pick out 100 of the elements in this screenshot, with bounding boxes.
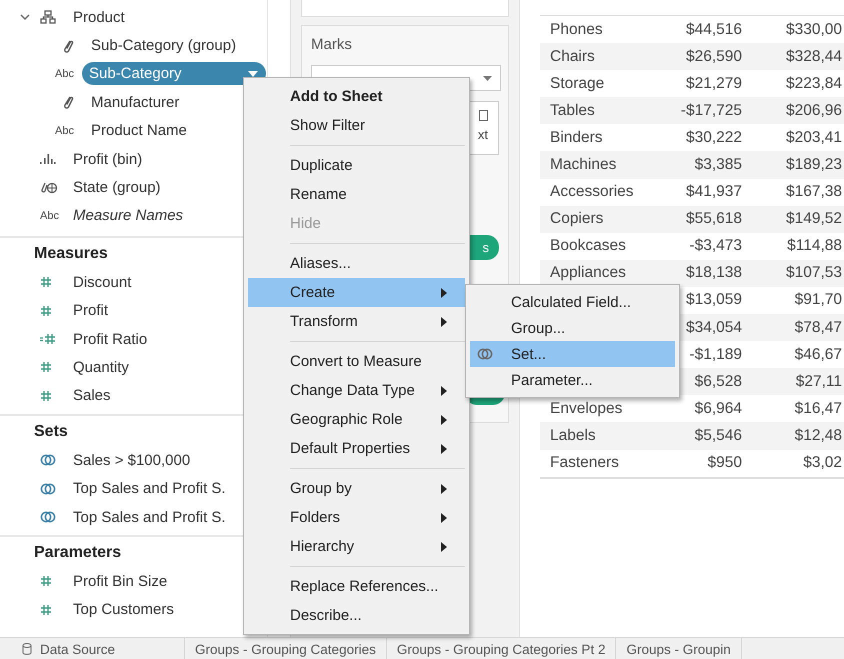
table-cell-text: Tables	[549, 102, 596, 120]
menu-item[interactable]: Convert to Measure	[248, 347, 465, 376]
set-icon	[477, 347, 493, 361]
menu-item[interactable]: Set...	[470, 341, 675, 367]
table-cell-text: $5,546	[694, 426, 742, 445]
chevron-icon[interactable]	[20, 14, 30, 21]
table-cell-text: $44,516	[684, 20, 742, 39]
table-cell-text: $16,47	[794, 400, 842, 418]
table-cell-text: $13,059	[684, 291, 742, 310]
table-cell-text: $203,41	[784, 128, 842, 147]
table-cell-text: Storage	[549, 74, 606, 93]
table-cell-text: Machines	[549, 156, 618, 174]
paperclip-icon	[62, 38, 74, 54]
sheet-tab[interactable]: Groups - Grouping Categories	[185, 638, 387, 659]
field-name[interactable]: Product	[66, 6, 133, 29]
table-cell-text: $3,385	[694, 156, 742, 174]
field-pill[interactable]: Sub-Category	[82, 62, 266, 86]
menu-item[interactable]: Hierarchy	[248, 532, 465, 561]
number-icon	[40, 361, 52, 374]
sheet-tab[interactable]: Groups - Grouping Categories Pt 2	[386, 638, 616, 659]
table-cell-text: -$1,189	[688, 346, 742, 364]
menu-item[interactable]: Transform	[248, 307, 465, 336]
table-cell-text: $107,53	[784, 264, 842, 282]
menu-item[interactable]: Change Data Type	[248, 376, 465, 405]
table-cell-text: $206,96	[784, 102, 842, 120]
table-cell-text: Copiers	[549, 210, 604, 228]
table-cell-text: $78,47	[794, 318, 842, 337]
sheet-tab[interactable]: Groups - Groupin	[616, 638, 742, 659]
table-cell-text: $30,222	[684, 128, 742, 147]
field-name[interactable]: Top Sales and Profit S.	[66, 477, 234, 500]
table-cell-text: $223,84	[784, 74, 842, 93]
menu-item[interactable]: Show Filter	[248, 111, 465, 140]
field-name[interactable]: Sub-Category (group)	[84, 34, 244, 58]
table-cell-text: $328,44	[784, 48, 842, 66]
field-name[interactable]: Product Name	[84, 119, 195, 142]
table-cell-text: Phones	[549, 20, 604, 39]
menu-item[interactable]: Calculated Field...	[470, 289, 675, 315]
table-cell-text: $330,00	[784, 20, 842, 39]
field-name[interactable]: Top Sales and Profit S.	[66, 506, 234, 529]
table-cell-text: -$17,725	[680, 102, 742, 120]
field-name[interactable]: Measure Names	[66, 204, 192, 228]
table-cell-text: $3,02	[802, 454, 842, 472]
field-name[interactable]: Discount	[66, 270, 140, 294]
table-cell-text: $18,138	[684, 264, 742, 282]
data-type-label: Abc	[40, 210, 59, 222]
calculated-number-icon	[40, 333, 56, 346]
number-icon	[40, 304, 52, 317]
field-name[interactable]: Profit	[66, 299, 116, 322]
menu-item[interactable]: Group...	[470, 315, 675, 341]
table-cell-text: Accessories	[549, 183, 635, 202]
table-cell-text: $6,528	[694, 372, 742, 391]
menu-item[interactable]: Folders	[248, 503, 465, 532]
menu-item[interactable]: Describe...	[248, 601, 465, 630]
table-cell-text: Binders	[549, 128, 604, 147]
section-heading: Parameters	[33, 543, 122, 564]
table-cell-text: Envelopes	[549, 400, 624, 418]
table-cell-text: $27,11	[794, 372, 842, 391]
menu-item[interactable]: Geographic Role	[248, 405, 465, 434]
menu-item[interactable]: Rename	[248, 180, 465, 209]
set-icon	[40, 482, 56, 496]
dropdown-caret-icon	[483, 76, 492, 80]
field-name[interactable]: Sales	[66, 384, 119, 408]
sheet-tab[interactable]: Data Source	[0, 638, 185, 659]
field-name[interactable]: Sales > $100,000	[66, 448, 198, 472]
table-cell-text: $46,67	[794, 346, 842, 364]
menu-item[interactable]: Replace References...	[248, 572, 465, 601]
number-icon	[40, 390, 52, 402]
database-icon	[22, 643, 32, 655]
menu-item[interactable]: Parameter...	[470, 367, 675, 393]
field-name[interactable]: Profit (bin)	[66, 148, 150, 171]
data-type-label: Abc	[55, 68, 74, 80]
menu-item[interactable]: Group by	[248, 474, 465, 503]
table-cell-text: $41,937	[684, 183, 742, 202]
table-cell-text: -$3,473	[688, 237, 742, 256]
table-cell-text: $21,279	[684, 74, 742, 93]
number-icon	[40, 604, 52, 616]
number-icon	[40, 276, 52, 288]
table-cell-text: Labels	[549, 426, 597, 445]
paperclip-icon	[62, 94, 74, 110]
table-cell-text: Appliances	[549, 264, 627, 282]
menu-item[interactable]: Default Properties	[248, 434, 465, 463]
menu-item[interactable]: Duplicate	[248, 151, 465, 180]
field-name[interactable]: Profit Ratio	[66, 328, 156, 351]
table-cell-text: $167,38	[784, 183, 842, 202]
field-name[interactable]: Quantity	[66, 356, 137, 379]
field-name[interactable]: Profit Bin Size	[66, 570, 176, 593]
table-cell-text: $149,52	[784, 210, 842, 228]
data-type-label: Abc	[55, 124, 74, 137]
field-name[interactable]: Manufacturer	[84, 90, 188, 114]
table-cell-text: $114,88	[786, 237, 842, 256]
field-name[interactable]: Top Customers	[66, 598, 182, 622]
set-icon	[40, 453, 56, 468]
table-cell-text: $12,48	[794, 426, 842, 445]
table-cell-text: $26,590	[684, 48, 742, 66]
field-name[interactable]: State (group)	[66, 176, 169, 200]
table-cell-text: $950	[706, 454, 742, 472]
set-icon	[40, 510, 56, 524]
paperclip-globe-icon	[40, 180, 58, 195]
menu-item[interactable]: Create	[248, 278, 465, 307]
section-heading: Measures	[33, 244, 109, 264]
